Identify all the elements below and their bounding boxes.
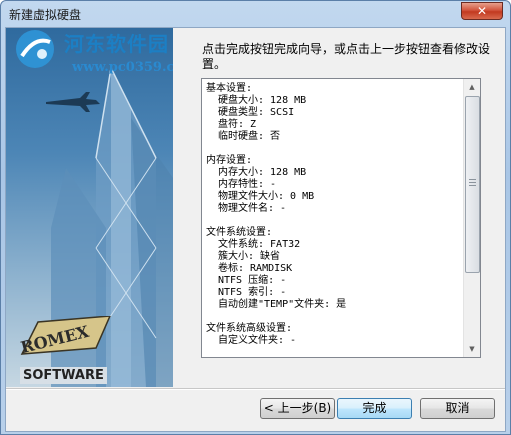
summary-line: 自定义文件夹: - — [218, 335, 297, 346]
scroll-up-arrow-icon[interactable]: ▲ — [464, 79, 480, 95]
summary-section: 内存设置: 内存大小: 128 MB 内存特性: - 物理文件大小: 0 MB 物理文件… — [206, 155, 464, 215]
grip-line — [469, 182, 476, 183]
summary-line: 文件系统: FAT32 — [218, 239, 301, 250]
grip-line — [469, 179, 476, 180]
summary-line: 自动创建"TEMP"文件夹: 是 — [218, 299, 347, 310]
cancel-button[interactable]: 取消 — [420, 398, 495, 419]
watermark-logo-icon — [16, 30, 54, 68]
summary-line: 临时硬盘: 否 — [218, 131, 281, 142]
summary-line: 卷标: RAMDISK — [218, 263, 293, 274]
summary-line: 硬盘类型: SCSI — [218, 107, 295, 118]
summary-section: 基本设置: 硬盘大小: 128 MB 硬盘类型: SCSI 盘符: Z 临时硬盘: 否 — [206, 83, 464, 143]
wizard-side-image: 河东软件园 www.pc0359.cn ROMEX SOFTWARE — [6, 28, 173, 387]
summary-section-header: 基本设置: — [206, 83, 253, 94]
summary-line: 物理文件名: - — [218, 203, 287, 214]
logo-subword: SOFTWARE — [20, 367, 107, 384]
summary-line: 内存大小: 128 MB — [218, 167, 307, 178]
watermark-title: 河东软件园 — [64, 32, 169, 56]
scroll-thumb[interactable] — [465, 96, 480, 273]
finish-button[interactable]: 完成 — [337, 398, 412, 419]
watermark-url: www.pc0359.cn — [72, 60, 173, 75]
summary-line: 物理文件大小: 0 MB — [218, 191, 315, 202]
vertical-scrollbar[interactable]: ▲ ▼ — [463, 79, 480, 357]
summary-line: NTFS 压缩: - — [218, 275, 287, 286]
back-button[interactable]: < 上一步(B) — [260, 398, 335, 419]
summary-line: 簇大小: 缺省 — [218, 251, 281, 262]
settings-summary-box[interactable]: 基本设置: 硬盘大小: 128 MB 硬盘类型: SCSI 盘符: Z 临时硬盘: 否内… — [201, 78, 481, 358]
summary-line: NTFS 索引: - — [218, 287, 287, 298]
summary-section-header: 内存设置: — [206, 155, 253, 166]
summary-line: 内存特性: - — [218, 179, 277, 190]
instruction-text: 点击完成按钮完成向导，或点击上一步按钮查看修改设置。 — [202, 42, 491, 71]
summary-section: 文件系统高级设置: 自定义文件夹: - — [206, 323, 464, 347]
settings-summary-text: 基本设置: 硬盘大小: 128 MB 硬盘类型: SCSI 盘符: Z 临时硬盘: 否内… — [206, 83, 464, 357]
summary-line: 盘符: Z — [218, 119, 257, 130]
romex-logo: ROMEX SOFTWARE — [18, 316, 118, 386]
button-divider — [6, 388, 505, 390]
wizard-window: 新建虚拟硬盘 ✕ 河东软件园 www.pc0359.cn ROMEX SOFTW… — [0, 0, 511, 435]
summary-section-header: 文件系统设置: — [206, 227, 273, 238]
wizard-client-area: 河东软件园 www.pc0359.cn ROMEX SOFTWARE 点击完成按… — [5, 27, 506, 432]
summary-line: 硬盘大小: 128 MB — [218, 95, 307, 106]
close-button[interactable]: ✕ — [461, 2, 503, 20]
watermark: 河东软件园 www.pc0359.cn — [12, 28, 173, 102]
summary-section: 文件系统设置: 文件系统: FAT32 簇大小: 缺省 卷标: RAMDISK NTFS… — [206, 227, 464, 311]
grip-line — [469, 185, 476, 186]
summary-section-header: 文件系统高级设置: — [206, 323, 293, 334]
scroll-down-arrow-icon[interactable]: ▼ — [464, 341, 480, 357]
title-bar[interactable]: 新建虚拟硬盘 ✕ — [1, 1, 510, 27]
window-title: 新建虚拟硬盘 — [9, 8, 82, 22]
